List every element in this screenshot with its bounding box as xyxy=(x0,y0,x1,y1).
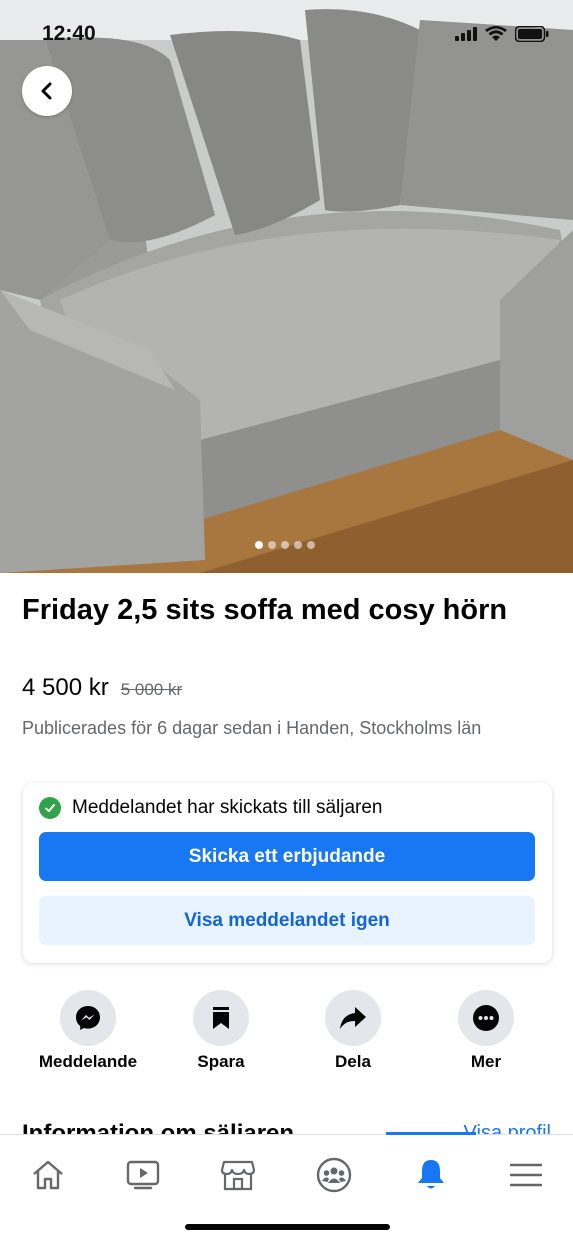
save-action[interactable]: Spara xyxy=(156,990,286,1072)
cellular-signal-icon xyxy=(455,27,477,41)
wifi-icon xyxy=(485,26,507,41)
status-icons xyxy=(455,26,549,42)
chevron-left-icon xyxy=(41,82,52,100)
view-message-button[interactable]: Visa meddelandet igen xyxy=(39,896,535,945)
bookmark-icon xyxy=(193,990,249,1046)
battery-icon xyxy=(515,26,549,42)
watch-icon xyxy=(126,1160,160,1190)
menu-icon xyxy=(510,1163,542,1187)
pagination-dot xyxy=(268,541,276,549)
messenger-icon xyxy=(60,990,116,1046)
listing-original-price: 5 000 kr xyxy=(120,680,183,699)
save-action-label: Spara xyxy=(197,1052,245,1071)
price-row: 4 500 kr 5 000 kr xyxy=(22,674,182,702)
pagination-dot xyxy=(281,541,289,549)
status-time: 12:40 xyxy=(42,22,96,45)
tab-home[interactable] xyxy=(18,1145,78,1205)
tab-marketplace[interactable] xyxy=(208,1145,268,1205)
photo-pagination xyxy=(255,541,315,549)
pagination-dot xyxy=(255,541,263,549)
listing-actions: Meddelande Spara Dela Mer xyxy=(0,990,573,1080)
message-sent-text: Meddelandet har skickats till säljaren xyxy=(72,797,383,818)
message-sent-card: Meddelandet har skickats till säljaren S… xyxy=(23,783,552,963)
more-icon xyxy=(458,990,514,1046)
listing-posted-info: Publicerades för 6 dagar sedan i Handen,… xyxy=(22,718,482,738)
pagination-dot xyxy=(294,541,302,549)
tab-groups[interactable] xyxy=(304,1145,364,1205)
listing-title: Friday 2,5 sits soffa med cosy hörn xyxy=(22,594,508,626)
home-icon xyxy=(33,1160,63,1190)
share-action-label: Dela xyxy=(335,1052,371,1071)
tab-menu[interactable] xyxy=(496,1145,556,1205)
message-sent-status: Meddelandet har skickats till säljaren xyxy=(39,797,383,819)
listing-photo[interactable] xyxy=(0,0,573,573)
tab-notifications[interactable] xyxy=(401,1145,461,1205)
check-circle-icon xyxy=(39,797,61,819)
home-indicator xyxy=(185,1224,390,1230)
marketplace-icon xyxy=(220,1160,256,1191)
back-button[interactable] xyxy=(22,66,72,116)
groups-icon xyxy=(316,1157,352,1193)
tab-watch[interactable] xyxy=(113,1145,173,1205)
message-action-label: Meddelande xyxy=(38,1052,138,1071)
more-action[interactable]: Mer xyxy=(421,990,551,1072)
message-action[interactable]: Meddelande xyxy=(23,990,153,1072)
listing-price: 4 500 kr xyxy=(22,674,109,701)
more-action-label: Mer xyxy=(470,1052,502,1071)
status-bar: 12:40 xyxy=(0,0,573,60)
sofa-image xyxy=(0,0,573,573)
share-icon xyxy=(325,990,381,1046)
send-offer-button[interactable]: Skicka ett erbjudande xyxy=(39,832,535,881)
pagination-dot xyxy=(307,541,315,549)
notifications-icon xyxy=(418,1160,444,1189)
active-tab-indicator xyxy=(386,1132,476,1135)
share-action[interactable]: Dela xyxy=(288,990,418,1072)
